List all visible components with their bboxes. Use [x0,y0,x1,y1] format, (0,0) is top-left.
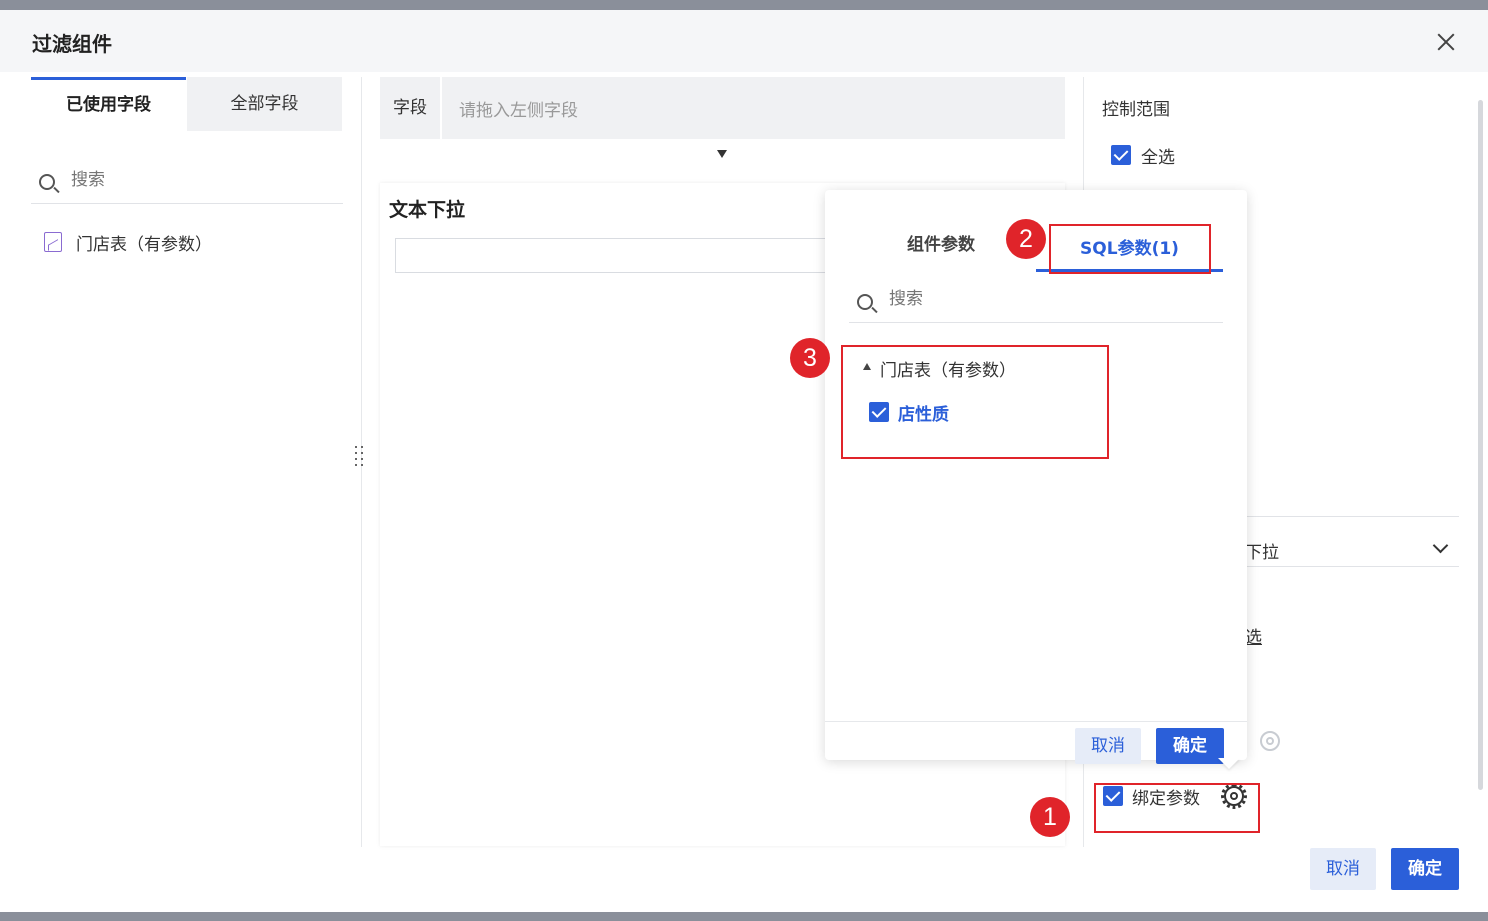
component-type-value: 下拉 [1245,543,1279,563]
select-all-checkbox[interactable] [1111,145,1131,165]
dataset-item[interactable]: 门店表（有参数） [44,229,212,255]
annotation-box [1049,224,1211,274]
popover-arrow [1218,758,1240,769]
annotation-badge: 3 [790,338,830,378]
separator [1245,516,1459,517]
search-icon [39,174,55,190]
field-search [31,162,343,204]
field-search-input[interactable] [71,170,331,190]
annotation-badge: 2 [1006,219,1046,259]
param-search [849,282,1223,323]
confirm-button[interactable]: 确定 [1391,848,1459,890]
preview-dropdown[interactable] [395,238,835,273]
tab-all-fields[interactable]: 全部字段 [187,77,342,131]
cancel-button[interactable]: 取消 [1310,848,1376,890]
caret-down-icon[interactable] [717,150,727,158]
field-drop-zone[interactable]: 字段 请拖入左侧字段 [380,77,1065,139]
dialog-header: 过滤组件 [0,10,1488,72]
separator [1245,566,1459,567]
option-link[interactable]: 选 [1245,623,1262,648]
preview-title: 文本下拉 [389,199,466,221]
scrollbar[interactable] [1478,100,1483,790]
search-icon [857,294,873,310]
dataset-label: 门店表（有参数） [76,234,212,255]
select-all-label: 全选 [1141,148,1175,168]
line-chart-icon [44,232,62,252]
close-icon[interactable] [1434,30,1458,54]
annotation-box [841,345,1109,459]
background-strip [0,912,1488,921]
drag-handle-icon[interactable] [352,444,368,468]
param-search-input[interactable] [889,289,1189,309]
tab-used-fields[interactable]: 已使用字段 [31,77,186,131]
field-placeholder: 请拖入左侧字段 [459,101,578,121]
popover-footer-divider [825,721,1247,722]
gear-icon[interactable] [1260,731,1280,751]
annotation-box [1094,783,1260,833]
annotation-badge: 1 [1030,797,1070,837]
param-binding-popover: 组件参数 SQL参数(1) 门店表（有参数） 店性质 取消 确定 [825,190,1247,764]
control-scope-label: 控制范围 [1102,100,1170,120]
popover-confirm-button[interactable]: 确定 [1156,728,1224,764]
dialog-title: 过滤组件 [32,32,112,56]
field-label: 字段 [380,77,442,139]
popover-cancel-button[interactable]: 取消 [1075,728,1141,764]
tab-component-params[interactable]: 组件参数 [907,230,975,255]
